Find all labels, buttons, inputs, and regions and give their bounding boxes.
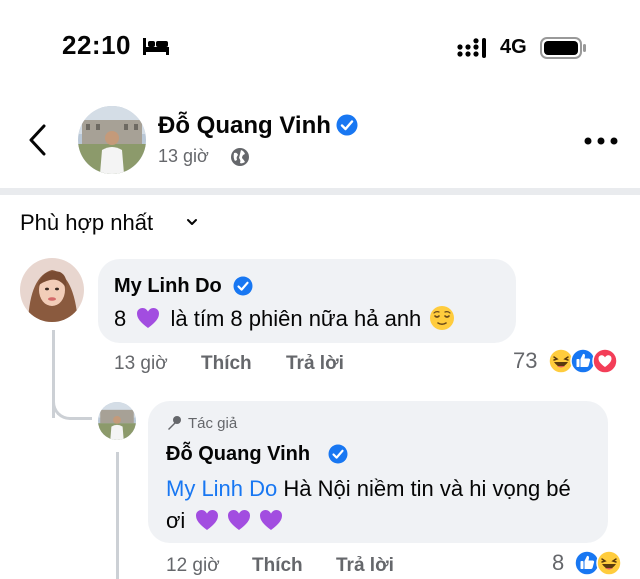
purple-heart-icon xyxy=(228,510,251,530)
reply-button[interactable]: Trả lời xyxy=(336,555,394,577)
comment-bubble[interactable]: My Linh Do 8 là tím 8 phiên nữa hả anh xyxy=(98,259,516,343)
post-time: 13 giờ xyxy=(158,146,209,166)
verified-badge-icon xyxy=(336,114,358,136)
reply-text: My Linh Do Hà Nội niềm tin và hi vọng bé… xyxy=(166,473,596,537)
verified-badge-icon xyxy=(233,276,253,296)
post-header: Đỗ Quang Vinh 13 giờ xyxy=(0,96,640,188)
reply-button[interactable]: Trả lời xyxy=(286,353,344,375)
chevron-down-icon xyxy=(187,219,197,225)
reply-author-name[interactable]: Đỗ Quang Vinh xyxy=(166,443,310,466)
more-options-icon[interactable] xyxy=(584,136,618,146)
purple-heart-icon xyxy=(196,510,219,530)
purple-heart-icon xyxy=(137,308,160,328)
comment-actions: 13 giờ Thích Trả lời xyxy=(114,353,414,377)
post-author-name[interactable]: Đỗ Quang Vinh xyxy=(158,112,331,140)
like-button[interactable]: Thích xyxy=(252,555,303,577)
reaction-count: 73 xyxy=(513,348,538,373)
author-avatar[interactable] xyxy=(78,106,146,174)
reply-time: 12 giờ xyxy=(166,555,220,576)
like-button[interactable]: Thích xyxy=(201,353,252,375)
comment-text-prefix: 8 xyxy=(114,306,127,331)
sort-dropdown[interactable]: Phù hợp nhất xyxy=(20,210,197,238)
reply-bubble[interactable]: Tác giả Đỗ Quang Vinh My Linh Do Hà Nội … xyxy=(148,401,608,543)
thread-connector xyxy=(52,388,92,420)
section-divider xyxy=(0,188,640,195)
commenter-name[interactable]: My Linh Do xyxy=(114,275,222,298)
network-label: 4G xyxy=(500,36,527,58)
reply-actions: 12 giờ Thích Trả lời xyxy=(166,555,466,579)
laugh-icon xyxy=(596,550,622,576)
microphone-icon xyxy=(168,416,181,430)
mention-link[interactable]: My Linh Do xyxy=(166,476,277,501)
comment-text-suffix: là tím 8 phiên nữa hả anh xyxy=(170,306,422,331)
status-time: 22:10 xyxy=(62,30,131,60)
back-arrow-icon[interactable] xyxy=(26,122,50,158)
thread-line xyxy=(116,452,119,579)
signal-icon xyxy=(457,38,486,58)
verified-badge-icon xyxy=(328,444,348,464)
reaction-count: 8 xyxy=(552,550,565,575)
relieved-face-icon xyxy=(430,306,455,330)
reaction-summary[interactable]: 8 xyxy=(548,548,638,578)
comment-time: 13 giờ xyxy=(114,353,168,374)
love-icon xyxy=(592,348,618,374)
battery-icon xyxy=(540,37,586,59)
globe-icon xyxy=(231,148,249,166)
sort-label: Phù hợp nhất xyxy=(20,210,154,235)
sleep-mode-icon xyxy=(143,38,169,55)
commenter-avatar[interactable] xyxy=(20,258,84,322)
comment-text: 8 là tím 8 phiên nữa hả anh xyxy=(114,305,455,332)
status-bar: 22:10 4G xyxy=(0,0,640,96)
reply-author-avatar[interactable] xyxy=(98,402,136,440)
reaction-summary[interactable]: 73 xyxy=(510,346,630,376)
author-badge: Tác giả xyxy=(188,415,238,432)
purple-heart-icon xyxy=(260,510,283,530)
